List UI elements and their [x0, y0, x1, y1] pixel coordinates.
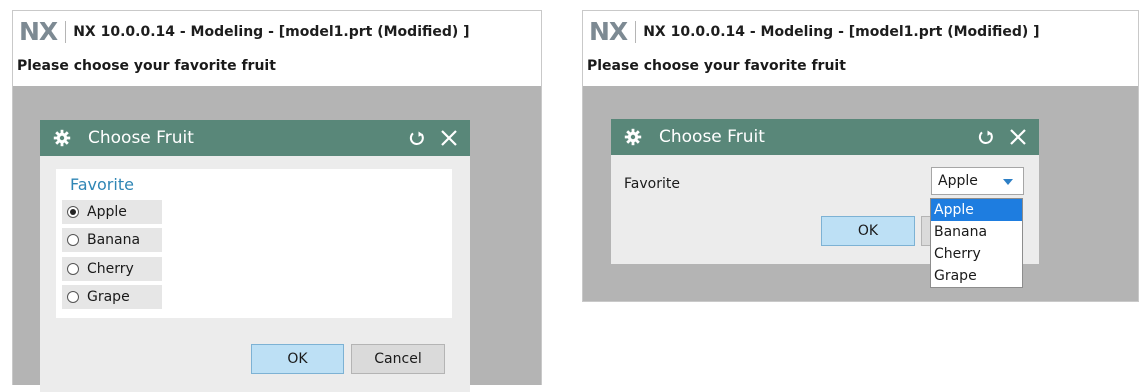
radio-option-cherry[interactable]: Cherry — [62, 257, 162, 281]
gear-icon — [52, 128, 72, 148]
title-bar: NX NX 10.0.0.14 - Modeling - [model1.prt… — [583, 11, 1138, 52]
dialog-header: Choose Fruit — [611, 119, 1039, 155]
favorite-select[interactable]: Apple — [931, 167, 1024, 195]
chevron-down-icon[interactable] — [1003, 179, 1013, 185]
ok-button[interactable]: OK — [821, 216, 915, 246]
cue-line-prompt: Please choose your favorite fruit — [587, 58, 846, 74]
cancel-button[interactable]: Cancel — [351, 344, 445, 374]
reset-icon[interactable] — [406, 127, 428, 149]
close-icon[interactable] — [438, 127, 460, 149]
radio-label: Apple — [87, 204, 127, 220]
radio-option-apple[interactable]: Apple — [62, 200, 162, 224]
radio-button[interactable] — [67, 234, 79, 246]
nx-logo: NX — [19, 17, 58, 46]
title-bar: NX NX 10.0.0.14 - Modeling - [model1.prt… — [13, 11, 541, 52]
nx-window-radio-version: NX NX 10.0.0.14 - Modeling - [model1.prt… — [12, 10, 542, 392]
dialog-title: Choose Fruit — [88, 128, 194, 148]
choose-fruit-dialog: Choose Fruit Favorite Apple Banana Cherr… — [40, 120, 470, 392]
graphics-area[interactable]: Choose Fruit Favorite Apple OK — [583, 86, 1138, 301]
favorite-group: Favorite Apple Banana Cherry Grape — [56, 169, 452, 318]
dialog-title: Choose Fruit — [659, 127, 765, 147]
radio-button[interactable] — [67, 263, 79, 275]
dropdown-option-cherry[interactable]: Cherry — [931, 243, 1022, 265]
gear-icon — [623, 127, 643, 147]
window-title: NX 10.0.0.14 - Modeling - [model1.prt (M… — [643, 23, 1040, 40]
cue-line-prompt: Please choose your favorite fruit — [17, 58, 276, 74]
nx-logo: NX — [589, 17, 628, 46]
dropdown-option-apple[interactable]: Apple — [931, 199, 1022, 221]
dialog-header: Choose Fruit — [40, 120, 470, 156]
title-separator — [65, 20, 67, 43]
window-title: NX 10.0.0.14 - Modeling - [model1.prt (M… — [73, 23, 470, 40]
select-value: Apple — [938, 173, 978, 189]
radio-option-grape[interactable]: Grape — [62, 285, 162, 309]
radio-button-selected[interactable] — [67, 206, 79, 218]
nx-window-dropdown-version: NX NX 10.0.0.14 - Modeling - [model1.prt… — [582, 10, 1139, 302]
radio-option-banana[interactable]: Banana — [62, 228, 162, 252]
dropdown-option-grape[interactable]: Grape — [931, 265, 1022, 287]
radio-label: Cherry — [87, 261, 134, 277]
graphics-area[interactable]: Choose Fruit Favorite Apple Banana Cherr… — [13, 86, 541, 392]
radio-button[interactable] — [67, 291, 79, 303]
reset-icon[interactable] — [975, 126, 997, 148]
radio-label: Banana — [87, 232, 141, 248]
title-separator — [635, 20, 637, 43]
radio-label: Grape — [87, 289, 130, 305]
close-icon[interactable] — [1007, 126, 1029, 148]
dropdown-option-banana[interactable]: Banana — [931, 221, 1022, 243]
favorite-group-title: Favorite — [70, 175, 134, 194]
favorite-dropdown-list: Apple Banana Cherry Grape — [930, 198, 1023, 288]
ok-button[interactable]: OK — [251, 344, 344, 374]
favorite-label: Favorite — [624, 176, 680, 192]
